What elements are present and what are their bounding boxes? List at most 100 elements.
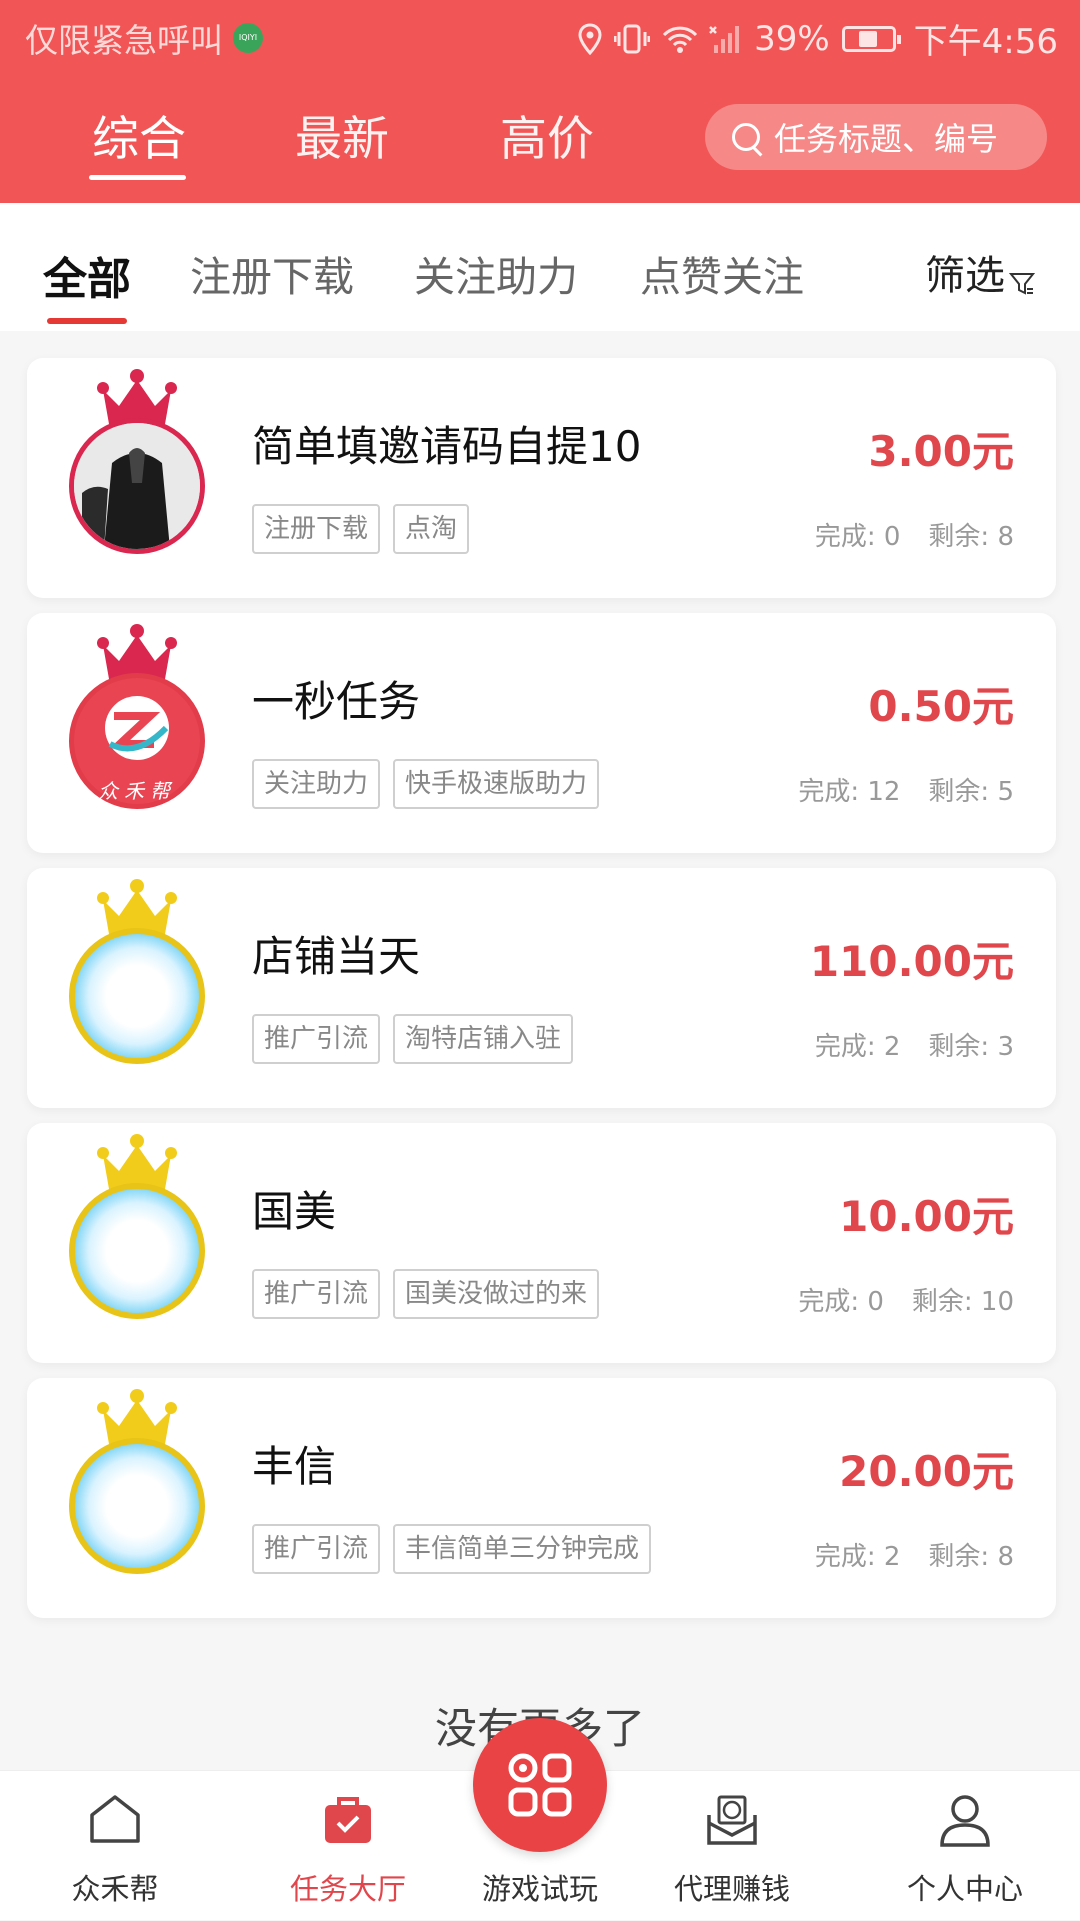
nav-label: 任务大厅 (289, 1872, 406, 1906)
category-active-indicator (47, 318, 127, 324)
task-card[interactable]: 众禾帮 一秒任务 0.50元 关注助力 快手极速版助力 完成: 12 剩余: 5 (27, 613, 1056, 853)
home-icon (90, 1795, 140, 1843)
person-icon (940, 1795, 990, 1847)
task-tag: 推广引流 (252, 1014, 381, 1064)
task-stats: 完成: 0 剩余: 8 (787, 516, 1014, 553)
task-tag: 推广引流 (252, 1524, 381, 1574)
task-stats: 完成: 0 剩余: 10 (770, 1281, 1014, 1318)
avatar (69, 1183, 205, 1319)
carrier-text: 仅限紧急呼叫 (25, 21, 223, 60)
nav-label: 代理赚钱 (673, 1872, 790, 1906)
task-card[interactable]: 店铺当天 110.00元 推广引流 淘特店铺入驻 完成: 2 剩余: 3 (27, 868, 1056, 1108)
task-price: 20.00元 (839, 1447, 1014, 1496)
nav-task-hall[interactable]: 任务大厅 (258, 1771, 438, 1921)
avatar-photo (74, 423, 200, 549)
task-price: 0.50元 (868, 682, 1014, 731)
avatar-with-crown (67, 1133, 207, 1323)
done-count: 完成: 0 (814, 522, 901, 552)
nav-label: 众禾帮 (71, 1872, 159, 1906)
task-tag: 快手极速版助力 (393, 759, 600, 809)
battery-icon (841, 25, 901, 52)
task-tag: 注册下载 (252, 504, 381, 554)
category-bar: 全部 注册下载 关注助力 点赞关注 筛选 (0, 203, 1080, 331)
task-tags: 注册下载 点淘 (252, 504, 482, 554)
status-bar: 仅限紧急呼叫 IQIYI 39% 下午4:56 (0, 0, 1080, 76)
avatar-with-crown (67, 1388, 207, 1578)
task-price: 3.00元 (868, 427, 1014, 476)
header: 仅限紧急呼叫 IQIYI 39% 下午4:56 综合 最新 高价 任务标题、编号 (0, 0, 1080, 203)
grid-icon (508, 1753, 572, 1817)
task-stats: 完成: 12 剩余: 5 (770, 771, 1014, 808)
clock-time: 下午4:56 (913, 22, 1058, 62)
search-input[interactable]: 任务标题、编号 (705, 104, 1047, 170)
task-card[interactable]: 简单填邀请码自提10 3.00元 注册下载 点淘 完成: 0 剩余: 8 (27, 358, 1056, 598)
task-price: 110.00元 (809, 937, 1014, 986)
battery-percent: 39% (754, 18, 830, 59)
done-count: 完成: 2 (814, 1542, 901, 1572)
task-tag: 国美没做过的来 (393, 1269, 600, 1319)
task-tag: 点淘 (393, 504, 470, 554)
avatar (69, 928, 205, 1064)
search-icon (732, 123, 760, 151)
nav-profile[interactable]: 个人中心 (875, 1771, 1055, 1921)
task-stats: 完成: 2 剩余: 8 (787, 1536, 1014, 1573)
task-tag: 推广引流 (252, 1269, 381, 1319)
done-count: 完成: 12 (798, 777, 901, 807)
active-tab-indicator (89, 175, 186, 180)
task-stats: 完成: 2 剩余: 3 (787, 1026, 1014, 1063)
task-card[interactable]: 丰信 20.00元 推广引流 丰信简单三分钟完成 完成: 2 剩余: 8 (27, 1378, 1056, 1618)
tab-high-price[interactable]: 高价 (500, 100, 594, 169)
task-title: 简单填邀请码自提10 (252, 422, 642, 471)
remaining-count: 剩余: 8 (928, 522, 1014, 552)
search-placeholder: 任务标题、编号 (774, 120, 999, 158)
filter-icon (1009, 273, 1035, 295)
money-envelope-icon (707, 1795, 757, 1845)
filter-label: 筛选 (925, 253, 1005, 299)
avatar-with-crown: 众禾帮 (67, 623, 207, 813)
logo-text: 众禾帮 (98, 779, 176, 803)
vibrate-icon (614, 24, 651, 53)
task-tags: 关注助力 快手极速版助力 (252, 759, 612, 809)
filter-button[interactable]: 筛选 (925, 243, 1035, 301)
game-trial-center-button[interactable] (473, 1718, 607, 1852)
task-title: 丰信 (252, 1442, 337, 1491)
status-right: 39% 下午4:56 (578, 14, 1058, 63)
top-tabs: 综合 最新 高价 (0, 100, 700, 190)
battery-fill (858, 30, 878, 47)
category-register-download[interactable]: 注册下载 (190, 243, 354, 303)
task-title: 国美 (252, 1187, 337, 1236)
avatar (69, 418, 205, 554)
nav-home[interactable]: 众禾帮 (25, 1771, 205, 1921)
category-like-follow[interactable]: 点赞关注 (640, 243, 804, 303)
tab-latest[interactable]: 最新 (295, 100, 389, 169)
task-title: 店铺当天 (252, 932, 421, 981)
signal-icon (709, 25, 740, 53)
status-left: 仅限紧急呼叫 IQIYI (25, 14, 263, 62)
nav-agent-earn[interactable]: 代理赚钱 (642, 1771, 822, 1921)
category-follow-boost[interactable]: 关注助力 (414, 243, 578, 303)
task-price: 10.00元 (839, 1192, 1014, 1241)
task-card[interactable]: 国美 10.00元 推广引流 国美没做过的来 完成: 0 剩余: 10 (27, 1123, 1056, 1363)
remaining-count: 剩余: 5 (928, 777, 1014, 807)
category-all[interactable]: 全部 (43, 243, 131, 307)
nav-label: 个人中心 (906, 1872, 1023, 1906)
task-tags: 推广引流 丰信简单三分钟完成 (252, 1524, 664, 1574)
done-count: 完成: 2 (814, 1032, 901, 1062)
location-icon (578, 22, 602, 55)
avatar (69, 1438, 205, 1574)
remaining-count: 剩余: 10 (911, 1287, 1014, 1317)
iqiyi-app-icon: IQIYI (233, 23, 263, 53)
task-tag: 丰信简单三分钟完成 (393, 1524, 652, 1574)
remaining-count: 剩余: 3 (928, 1032, 1014, 1062)
task-title: 一秒任务 (252, 677, 421, 726)
avatar-with-crown (67, 878, 207, 1068)
nav-label: 游戏试玩 (481, 1872, 598, 1906)
task-tag: 关注助力 (252, 759, 381, 809)
remaining-count: 剩余: 8 (928, 1542, 1014, 1572)
task-tag: 淘特店铺入驻 (393, 1014, 574, 1064)
task-bag-icon (325, 1797, 371, 1843)
wifi-icon (662, 26, 698, 53)
task-tags: 推广引流 国美没做过的来 (252, 1269, 612, 1319)
avatar-with-crown (67, 368, 207, 558)
tab-comprehensive[interactable]: 综合 (92, 100, 186, 169)
